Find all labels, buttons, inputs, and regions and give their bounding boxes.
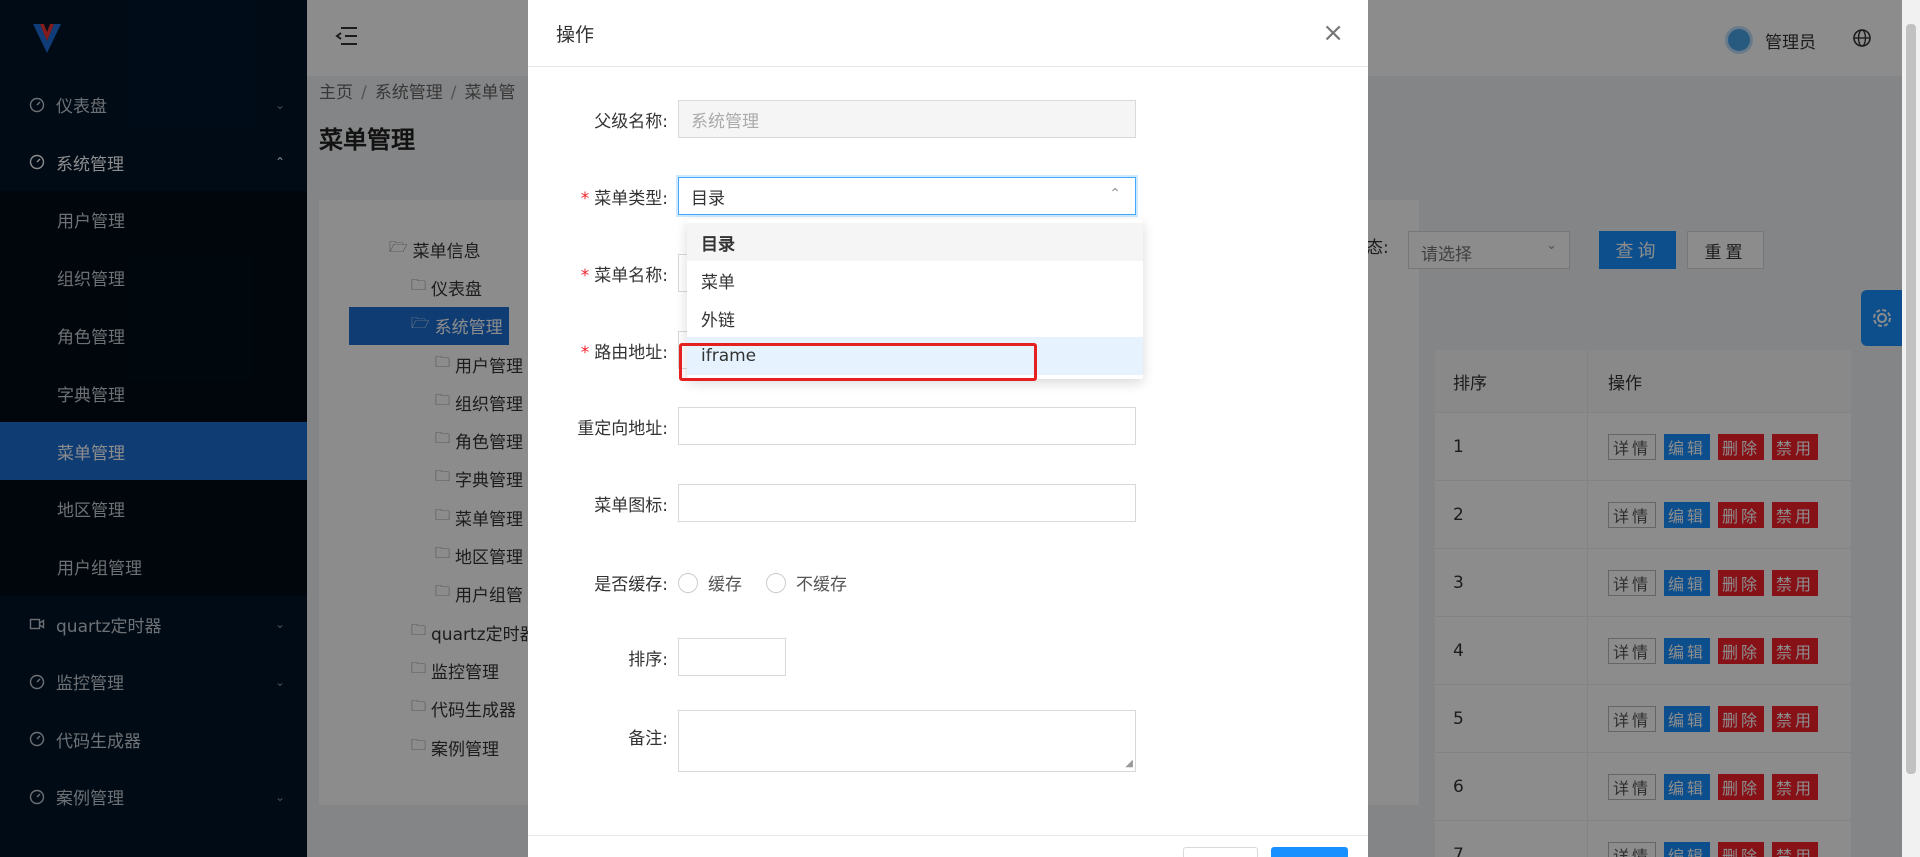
form-row-parent: 父级名称: 系统管理 bbox=[528, 100, 1136, 138]
required-mark: * bbox=[580, 265, 590, 286]
modal-title: 操作 bbox=[528, 0, 1368, 67]
form-row-redirect: 重定向地址: bbox=[528, 407, 1136, 445]
menu-type-label-text: 菜单类型: bbox=[594, 188, 668, 209]
close-icon[interactable]: × bbox=[1322, 20, 1344, 46]
form-row-remark: 备注: ◢ bbox=[528, 710, 1136, 772]
resize-grip-icon[interactable]: ◢ bbox=[1125, 758, 1133, 769]
cache-radio-group: 缓存 不缓存 bbox=[678, 570, 847, 595]
route-label-text: 路由地址: bbox=[594, 342, 668, 363]
sort-input[interactable] bbox=[678, 638, 786, 676]
menu-icon-input[interactable] bbox=[678, 484, 1136, 522]
radio-circle bbox=[766, 572, 786, 593]
option-directory[interactable]: 目录 bbox=[687, 223, 1143, 261]
highlight-annotation bbox=[679, 343, 1037, 381]
cancel-button[interactable] bbox=[1183, 847, 1258, 857]
sort-label: 排序: bbox=[628, 649, 668, 670]
cache-radio[interactable]: 缓存 bbox=[678, 570, 742, 595]
required-mark: * bbox=[580, 188, 590, 209]
radio-label: 不缓存 bbox=[796, 575, 847, 595]
menu-name-label-text: 菜单名称: bbox=[594, 265, 668, 286]
form-row-sort: 排序: bbox=[528, 638, 786, 676]
redirect-input[interactable] bbox=[678, 407, 1136, 445]
parent-name-label: 父级名称: bbox=[594, 111, 668, 132]
operation-modal: 操作 × 父级名称: 系统管理 * 菜单类型: 目录 ⌃ * 菜单名称: * 路由地址… bbox=[528, 0, 1368, 857]
form-row-menu-type: * 菜单类型: 目录 ⌃ bbox=[528, 177, 1136, 215]
option-external-link[interactable]: 外链 bbox=[687, 299, 1143, 337]
option-menu[interactable]: 菜单 bbox=[687, 261, 1143, 299]
form-row-icon: 菜单图标: bbox=[528, 484, 1136, 522]
remark-textarea[interactable]: ◢ bbox=[678, 710, 1136, 772]
form-row-cache: 是否缓存: 缓存 不缓存 bbox=[528, 570, 847, 595]
required-mark: * bbox=[580, 342, 590, 363]
menu-type-value: 目录 bbox=[691, 188, 725, 209]
menu-name-label: * 菜单名称: bbox=[528, 261, 678, 286]
no-cache-radio[interactable]: 不缓存 bbox=[766, 570, 847, 595]
parent-name-input: 系统管理 bbox=[678, 100, 1136, 138]
ok-button[interactable] bbox=[1271, 847, 1348, 857]
page-scrollbar[interactable] bbox=[1902, 0, 1920, 857]
route-label: * 路由地址: bbox=[528, 338, 678, 363]
menu-type-label: * 菜单类型: bbox=[528, 184, 678, 209]
radio-label: 缓存 bbox=[708, 575, 742, 595]
scrollbar-thumb[interactable] bbox=[1906, 24, 1916, 774]
cache-label: 是否缓存: bbox=[594, 575, 668, 595]
radio-circle bbox=[678, 572, 698, 593]
redirect-label: 重定向地址: bbox=[577, 418, 668, 439]
remark-label: 备注: bbox=[628, 729, 668, 749]
menu-icon-label: 菜单图标: bbox=[594, 495, 668, 516]
chevron-up-icon: ⌃ bbox=[1109, 186, 1121, 202]
menu-type-select[interactable]: 目录 ⌃ bbox=[678, 177, 1136, 215]
